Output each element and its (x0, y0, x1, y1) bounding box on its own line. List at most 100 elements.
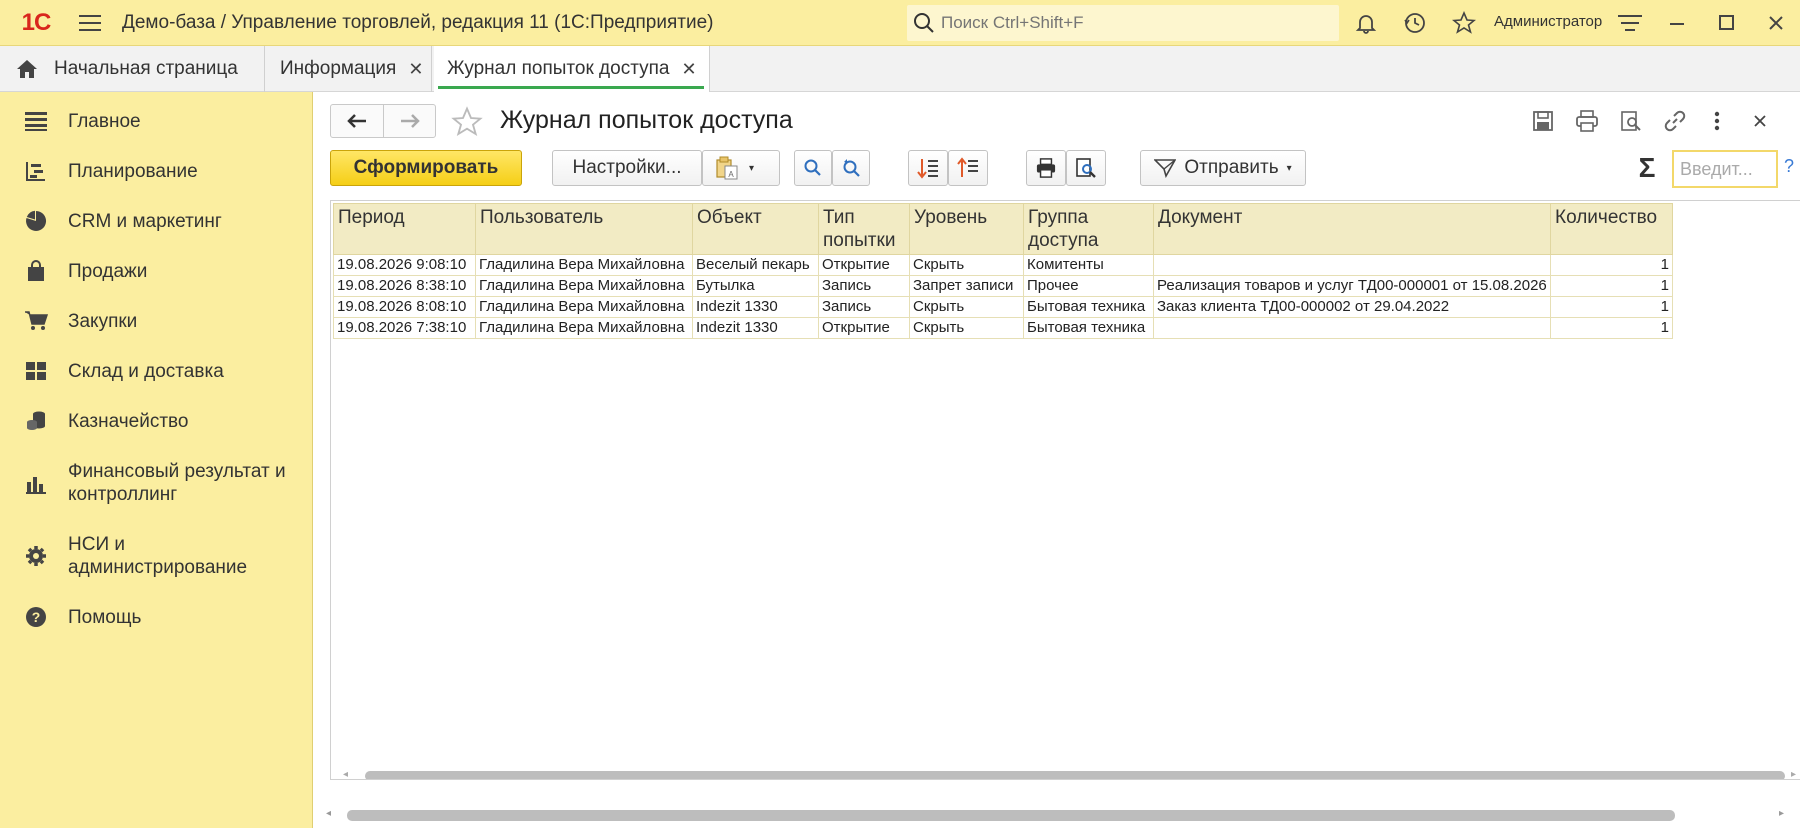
tab-access-log-close-icon[interactable]: ✕ (681, 59, 696, 80)
table-cell[interactable]: Реализация товаров и услуг ТД00-000001 о… (1153, 275, 1551, 297)
table-cell[interactable]: Прочее (1023, 275, 1154, 297)
tab-info[interactable]: Информация ✕ (265, 46, 432, 92)
list-icon (24, 109, 48, 133)
sidebar-item-help[interactable]: ? Помощь (0, 602, 313, 632)
table-cell[interactable]: 1 (1550, 296, 1673, 318)
sidebar-item-label: Помощь (68, 606, 142, 628)
collapse-groups-button[interactable] (948, 150, 988, 186)
table-cell[interactable]: Indezit 1330 (692, 317, 819, 339)
tab-info-close-icon[interactable]: ✕ (408, 59, 423, 80)
history-icon[interactable] (1395, 0, 1435, 46)
print-preview-button[interactable] (1066, 150, 1106, 186)
more-vertical-icon[interactable] (1700, 104, 1734, 138)
sidebar-item-purchases[interactable]: Закупки (0, 306, 313, 336)
table-cell[interactable]: Гладилина Вера Михайловна (475, 275, 693, 297)
save-icon[interactable] (1526, 104, 1560, 138)
send-button[interactable]: Отправить ▾ (1140, 150, 1306, 186)
sum-sigma-icon[interactable]: Σ (1632, 150, 1662, 186)
table-cell[interactable]: Гладилина Вера Михайловна (475, 317, 693, 339)
sidebar-item-sales[interactable]: Продажи (0, 256, 313, 286)
table-cell[interactable]: Веселый пекарь (692, 254, 819, 276)
table-cell[interactable]: Запись (818, 296, 910, 318)
table-cell[interactable]: 19.08.2026 8:38:10 (333, 275, 476, 297)
table-row[interactable]: 19.08.2026 9:08:10 Гладилина Вера Михайл… (333, 254, 1673, 276)
sidebar-item-finance[interactable]: Финансовый результат и контроллинг (0, 456, 313, 510)
table-cell[interactable]: Скрыть (909, 317, 1024, 339)
maximize-icon[interactable] (1707, 0, 1747, 46)
favorites-star-icon[interactable] (1444, 0, 1484, 46)
table-cell[interactable]: Бытовая техника (1023, 317, 1154, 339)
table-cell[interactable]: 1 (1550, 275, 1673, 297)
table-cell[interactable] (1153, 254, 1551, 276)
print-icon[interactable] (1570, 104, 1604, 138)
table-cell[interactable]: Открытие (818, 254, 910, 276)
scroll-left-arrow-icon[interactable]: ◂ (343, 769, 348, 779)
sidebar-item-planning[interactable]: Планирование (0, 156, 313, 186)
form-close-icon[interactable] (1743, 104, 1777, 138)
svg-text:A: A (728, 170, 734, 179)
tab-home[interactable]: Начальная страница (0, 46, 265, 92)
table-cell[interactable]: 19.08.2026 8:08:10 (333, 296, 476, 318)
help-question-icon[interactable]: ? (1784, 156, 1794, 177)
find-next-button[interactable] (832, 150, 870, 186)
table-cell[interactable]: Запись (818, 275, 910, 297)
table-cell[interactable]: Бытовая техника (1023, 296, 1154, 318)
bell-icon[interactable] (1346, 0, 1386, 46)
report-spreadsheet[interactable]: Период Пользователь Объект Тип попытки У… (330, 200, 1800, 780)
page-scroll-right-arrow-icon[interactable]: ▸ (1779, 808, 1784, 819)
settings-lines-icon[interactable] (1610, 0, 1650, 46)
table-cell[interactable]: Бутылка (692, 275, 819, 297)
table-cell[interactable]: Заказ клиента ТД00-000002 от 29.04.2022 (1153, 296, 1551, 318)
table-row[interactable]: 19.08.2026 8:38:10 Гладилина Вера Михайл… (333, 275, 1673, 297)
table-cell[interactable]: Гладилина Вера Михайловна (475, 296, 693, 318)
page-horizontal-scrollbar[interactable] (347, 810, 1675, 821)
search-input[interactable] (941, 13, 1321, 33)
variants-button[interactable]: A ▾ (702, 150, 780, 186)
tab-bar: Начальная страница Информация ✕ Журнал п… (0, 46, 1800, 92)
table-cell[interactable]: Скрыть (909, 254, 1024, 276)
table-cell[interactable]: 19.08.2026 7:38:10 (333, 317, 476, 339)
cell-value-input[interactable]: Введит... (1672, 150, 1778, 188)
table-cell[interactable]: Комитенты (1023, 254, 1154, 276)
hamburger-menu-icon[interactable] (70, 0, 110, 46)
report-horizontal-scrollbar[interactable] (365, 771, 1785, 779)
window-close-icon[interactable] (1756, 0, 1796, 46)
back-button[interactable] (331, 105, 383, 137)
sidebar-item-treasury[interactable]: Казначейство (0, 406, 313, 436)
table-cell[interactable]: Открытие (818, 317, 910, 339)
table-cell[interactable]: Запрет записи (909, 275, 1024, 297)
add-favorite-star-icon[interactable] (449, 104, 485, 140)
table-cell[interactable]: Indezit 1330 (692, 296, 819, 318)
bag-icon (24, 259, 48, 283)
generate-button[interactable]: Сформировать (330, 150, 522, 186)
table-cell[interactable]: Скрыть (909, 296, 1024, 318)
print-button[interactable] (1026, 150, 1066, 186)
table-cell[interactable] (1153, 317, 1551, 339)
sidebar-item-crm[interactable]: CRM и маркетинг (0, 206, 313, 236)
table-cell[interactable]: 1 (1550, 317, 1673, 339)
table-row[interactable]: 19.08.2026 8:08:10 Гладилина Вера Михайл… (333, 296, 1673, 318)
gear-icon (24, 544, 48, 568)
page-scroll-left-arrow-icon[interactable]: ◂ (326, 808, 331, 819)
table-cell[interactable]: 19.08.2026 9:08:10 (333, 254, 476, 276)
table-cell[interactable]: 1 (1550, 254, 1673, 276)
tab-home-label: Начальная страница (54, 58, 238, 79)
sidebar-item-main[interactable]: Главное (0, 106, 313, 136)
find-button[interactable] (794, 150, 832, 186)
warehouse-icon (24, 359, 48, 383)
settings-button[interactable]: Настройки... (552, 150, 702, 186)
app-logo[interactable]: 1С (12, 0, 60, 46)
send-button-label: Отправить (1184, 157, 1279, 178)
link-icon[interactable] (1658, 104, 1692, 138)
forward-button[interactable] (383, 105, 435, 137)
table-cell[interactable]: Гладилина Вера Михайловна (475, 254, 693, 276)
sidebar-item-warehouse[interactable]: Склад и доставка (0, 356, 313, 386)
table-row[interactable]: 19.08.2026 7:38:10 Гладилина Вера Михайл… (333, 317, 1673, 339)
minimize-icon[interactable] (1658, 0, 1698, 46)
sidebar-item-admin[interactable]: НСИ и администрирование (0, 529, 313, 583)
user-name[interactable]: Администратор (1494, 13, 1602, 30)
scroll-right-arrow-icon[interactable]: ▸ (1791, 769, 1796, 779)
preview-icon[interactable] (1614, 104, 1648, 138)
expand-groups-button[interactable] (908, 150, 948, 186)
global-search[interactable] (907, 5, 1339, 41)
